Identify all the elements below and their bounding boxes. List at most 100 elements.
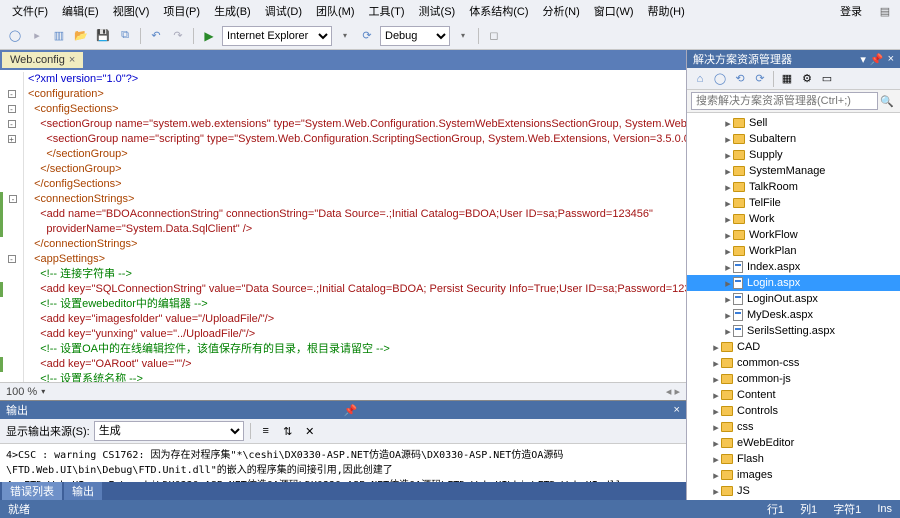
dropdown-icon[interactable]: ▾ bbox=[860, 53, 866, 66]
output-tool-icon[interactable]: ≡ bbox=[257, 422, 275, 440]
code-line[interactable]: providerName="System.Data.SqlClient" /> bbox=[0, 222, 686, 237]
fold-gutter[interactable] bbox=[0, 237, 24, 252]
code-line[interactable]: <add key="OARoot" value=""/> bbox=[0, 357, 686, 372]
code-line[interactable]: - <configSections> bbox=[0, 102, 686, 117]
code-line[interactable]: <!-- 连接字符串 --> bbox=[0, 267, 686, 282]
solution-search-input[interactable] bbox=[691, 92, 878, 110]
expand-icon[interactable]: ▸ bbox=[711, 357, 721, 370]
fold-gutter[interactable] bbox=[0, 222, 24, 237]
menu-test[interactable]: 测试(S) bbox=[413, 1, 462, 21]
collapse-icon[interactable]: ▭ bbox=[818, 70, 836, 88]
output-source-select[interactable]: 生成 bbox=[94, 421, 244, 441]
fold-gutter[interactable]: + bbox=[0, 132, 24, 147]
output-text[interactable]: 4>CSC : warning CS1762: 因为存在对程序集"*\ceshi… bbox=[0, 444, 686, 482]
tab-error-list[interactable]: 错误列表 bbox=[2, 482, 62, 500]
tree-item-controls[interactable]: ▸Controls bbox=[687, 403, 900, 419]
tree-item-loginout-aspx[interactable]: ▸LoginOut.aspx bbox=[687, 291, 900, 307]
expand-icon[interactable]: ▸ bbox=[723, 165, 733, 178]
expand-icon[interactable]: ▸ bbox=[723, 213, 733, 226]
expand-icon[interactable]: ▸ bbox=[723, 117, 733, 130]
code-line[interactable]: <!-- 设置系统名称 --> bbox=[0, 372, 686, 382]
menu-analyze[interactable]: 分析(N) bbox=[537, 1, 586, 21]
menu-project[interactable]: 项目(P) bbox=[157, 1, 206, 21]
code-line[interactable]: <add key="imagesfolder" value="/UploadFi… bbox=[0, 312, 686, 327]
search-icon[interactable]: 🔍 bbox=[878, 92, 896, 110]
fold-gutter[interactable] bbox=[0, 342, 24, 357]
tree-item-common-js[interactable]: ▸common-js bbox=[687, 371, 900, 387]
expand-icon[interactable]: ▸ bbox=[723, 277, 733, 290]
expand-icon[interactable]: ▸ bbox=[723, 149, 733, 162]
code-line[interactable]: <?xml version="1.0"?> bbox=[0, 72, 686, 87]
dropdown-icon[interactable]: ▾ bbox=[336, 27, 354, 45]
browser-select[interactable]: Internet Explorer bbox=[222, 26, 332, 46]
save-all-icon[interactable]: ⧉ bbox=[116, 27, 134, 45]
fold-gutter[interactable]: - bbox=[0, 117, 24, 132]
pin-icon[interactable]: 📌 bbox=[344, 404, 358, 417]
home-icon[interactable]: ⌂ bbox=[691, 70, 709, 88]
tree-item-flash[interactable]: ▸Flash bbox=[687, 451, 900, 467]
expand-icon[interactable]: ▸ bbox=[723, 133, 733, 146]
refresh-icon[interactable]: ⟳ bbox=[751, 70, 769, 88]
fold-gutter[interactable] bbox=[0, 207, 24, 222]
code-line[interactable]: + <sectionGroup name="scripting" type="S… bbox=[0, 132, 686, 147]
tree-item-css[interactable]: ▸css bbox=[687, 419, 900, 435]
undo-icon[interactable]: ↶ bbox=[147, 27, 165, 45]
code-line[interactable]: </sectionGroup> bbox=[0, 162, 686, 177]
refresh-icon[interactable]: ⟳ bbox=[358, 27, 376, 45]
code-editor[interactable]: <?xml version="1.0"?>-<configuration>- <… bbox=[0, 70, 686, 382]
expand-icon[interactable]: ▸ bbox=[711, 437, 721, 450]
tree-item-mydesk-aspx[interactable]: ▸MyDesk.aspx bbox=[687, 307, 900, 323]
tree-item-workflow[interactable]: ▸WorkFlow bbox=[687, 227, 900, 243]
fold-gutter[interactable] bbox=[0, 327, 24, 342]
expand-icon[interactable]: ▸ bbox=[711, 453, 721, 466]
code-line[interactable]: </connectionStrings> bbox=[0, 237, 686, 252]
output-tool-icon[interactable]: ⇅ bbox=[279, 422, 297, 440]
expand-icon[interactable]: ▸ bbox=[723, 197, 733, 210]
tree-item-content[interactable]: ▸Content bbox=[687, 387, 900, 403]
sync-icon[interactable]: ⟲ bbox=[731, 70, 749, 88]
login-link[interactable]: 登录 bbox=[834, 1, 868, 21]
fold-gutter[interactable] bbox=[0, 177, 24, 192]
tree-item-subaltern[interactable]: ▸Subaltern bbox=[687, 131, 900, 147]
menu-team[interactable]: 团队(M) bbox=[310, 1, 361, 21]
menu-build[interactable]: 生成(B) bbox=[208, 1, 257, 21]
tab-output[interactable]: 输出 bbox=[64, 482, 102, 500]
expand-icon[interactable]: ▸ bbox=[723, 325, 733, 338]
menu-tools[interactable]: 工具(T) bbox=[363, 1, 411, 21]
code-line[interactable]: </configSections> bbox=[0, 177, 686, 192]
fold-gutter[interactable] bbox=[0, 357, 24, 372]
tree-item-common-css[interactable]: ▸common-css bbox=[687, 355, 900, 371]
new-item-icon[interactable]: ▥ bbox=[50, 27, 68, 45]
fold-gutter[interactable] bbox=[0, 162, 24, 177]
back-icon[interactable]: ◯ bbox=[6, 27, 24, 45]
expand-icon[interactable]: ▸ bbox=[723, 229, 733, 242]
solution-tree[interactable]: ▸Sell▸Subaltern▸Supply▸SystemManage▸Talk… bbox=[687, 113, 900, 500]
fold-gutter[interactable] bbox=[0, 72, 24, 87]
menu-arch[interactable]: 体系结构(C) bbox=[463, 1, 534, 21]
forward-icon[interactable]: ▸ bbox=[28, 27, 46, 45]
expand-icon[interactable]: ▸ bbox=[723, 309, 733, 322]
menu-view[interactable]: 视图(V) bbox=[107, 1, 156, 21]
menu-help[interactable]: 帮助(H) bbox=[642, 1, 691, 21]
expand-icon[interactable]: ▸ bbox=[711, 405, 721, 418]
fold-gutter[interactable] bbox=[0, 147, 24, 162]
output-clear-icon[interactable]: ✕ bbox=[301, 422, 319, 440]
config-select[interactable]: Debug bbox=[380, 26, 450, 46]
fold-gutter[interactable] bbox=[0, 372, 24, 382]
expand-icon[interactable]: ▸ bbox=[711, 373, 721, 386]
redo-icon[interactable]: ↷ bbox=[169, 27, 187, 45]
show-all-icon[interactable]: ▦ bbox=[778, 70, 796, 88]
dropdown-icon[interactable]: ▾ bbox=[454, 27, 472, 45]
fold-gutter[interactable] bbox=[0, 267, 24, 282]
expand-icon[interactable]: ▸ bbox=[723, 293, 733, 306]
code-line[interactable]: - <appSettings> bbox=[0, 252, 686, 267]
menu-window[interactable]: 窗口(W) bbox=[588, 1, 640, 21]
tree-item-telfile[interactable]: ▸TelFile bbox=[687, 195, 900, 211]
code-line[interactable]: <add key="SQLConnectionString" value="Da… bbox=[0, 282, 686, 297]
expand-icon[interactable]: ▸ bbox=[711, 469, 721, 482]
code-line[interactable]: <add key="yunxing" value="../UploadFile/… bbox=[0, 327, 686, 342]
expand-icon[interactable]: ▸ bbox=[711, 341, 721, 354]
fold-gutter[interactable]: - bbox=[0, 192, 24, 207]
code-line[interactable]: - <sectionGroup name="system.web.extensi… bbox=[0, 117, 686, 132]
fold-gutter[interactable] bbox=[0, 312, 24, 327]
